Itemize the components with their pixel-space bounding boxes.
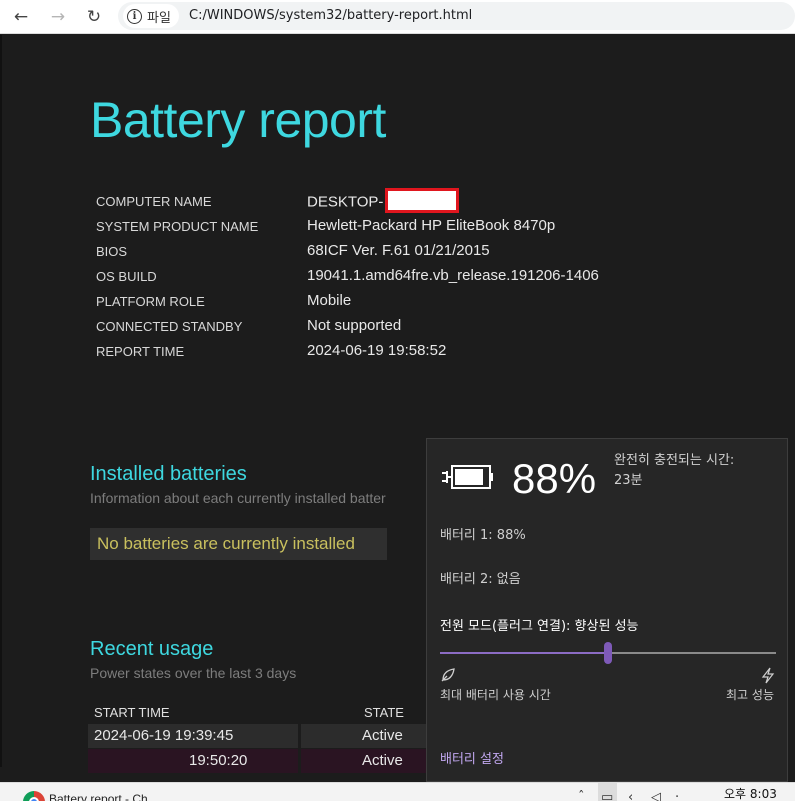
charge-time-label: 완전히 충전되는 시간: bbox=[614, 453, 735, 468]
best-performance-label: 최고 성능 bbox=[726, 688, 774, 702]
battery-flyout: 88% 완전히 충전되는 시간: 23분 배터리 1: 88% 배터리 2: 없… bbox=[426, 438, 788, 782]
column-header-state: STATE bbox=[364, 705, 404, 720]
state-cell: Active bbox=[301, 724, 433, 748]
battery-icon: ▭ bbox=[601, 790, 614, 801]
tray-battery-button[interactable]: ▭ bbox=[598, 783, 617, 801]
clock-time[interactable]: 오후 8:03 bbox=[724, 785, 777, 801]
info-value: Mobile bbox=[307, 292, 352, 309]
info-value: Hewlett-Packard HP EliteBook 8470p bbox=[307, 217, 556, 234]
info-key: COMPUTER NAME bbox=[96, 194, 212, 209]
site-info-label: 파일 bbox=[147, 10, 171, 26]
info-key: REPORT TIME bbox=[96, 344, 185, 359]
power-mode-label: 전원 모드(플러그 연결): 향상된 성능 bbox=[440, 619, 639, 634]
state-cell: Active bbox=[301, 749, 433, 773]
battery-percent: 88% bbox=[512, 455, 597, 502]
charge-time-value: 23분 bbox=[614, 473, 643, 488]
info-key: BIOS bbox=[96, 244, 128, 259]
info-key: OS BUILD bbox=[96, 269, 157, 284]
slider-fill bbox=[440, 652, 608, 654]
ime-icon[interactable]: · bbox=[675, 791, 679, 801]
table-row: 19:50:20 Active bbox=[88, 749, 433, 773]
info-value: Not supported bbox=[307, 317, 402, 334]
start-time-cell: 2024-06-19 19:39:45 bbox=[88, 724, 298, 748]
info-key: PLATFORM ROLE bbox=[96, 294, 205, 309]
info-value: 68ICF Ver. F.61 01/21/2015 bbox=[307, 242, 490, 259]
recent-usage-subtitle: Power states over the last 3 days bbox=[90, 665, 297, 681]
site-info-chip[interactable]: i 파일 bbox=[123, 4, 179, 28]
table-row: 2024-06-19 19:39:45 Active bbox=[88, 724, 433, 748]
back-arrow-icon[interactable]: ← bbox=[10, 6, 32, 28]
battery-settings-link[interactable]: 배터리 설정 bbox=[440, 748, 504, 767]
power-mode-slider[interactable] bbox=[440, 642, 776, 664]
reload-icon[interactable]: ↻ bbox=[83, 6, 105, 28]
column-header-start-time: START TIME bbox=[94, 705, 170, 720]
chrome-icon[interactable] bbox=[23, 791, 45, 801]
chevron-up-icon[interactable]: ˆ bbox=[578, 791, 585, 801]
url-text[interactable]: C:/WINDOWS/system32/battery-report.html bbox=[189, 8, 472, 23]
info-value: DESKTOP- bbox=[307, 188, 460, 213]
browser-toolbar: ← → ↻ i 파일 C:/WINDOWS/system32/battery-r… bbox=[0, 0, 795, 34]
slider-thumb[interactable] bbox=[604, 642, 612, 664]
taskbar-app-label[interactable]: Battery report - Ch bbox=[49, 792, 148, 801]
installed-batteries-subtitle: Information about each currently install… bbox=[90, 490, 386, 506]
battery-2-status: 배터리 2: 없음 bbox=[440, 572, 521, 587]
best-battery-label: 최대 배터리 사용 시간 bbox=[440, 688, 551, 702]
battery-plugged-icon bbox=[442, 465, 493, 489]
network-icon[interactable]: ‹ bbox=[628, 791, 633, 801]
no-batteries-message: No batteries are currently installed bbox=[90, 528, 387, 560]
info-value: 2024-06-19 19:58:52 bbox=[307, 342, 447, 359]
info-icon: i bbox=[127, 8, 142, 24]
lightning-icon bbox=[761, 667, 775, 684]
battery-1-status: 배터리 1: 88% bbox=[440, 528, 526, 543]
info-value: 19041.1.amd64fre.vb_release.191206-1406 bbox=[307, 267, 599, 284]
page-title: Battery report bbox=[90, 92, 386, 148]
info-key: CONNECTED STANDBY bbox=[96, 319, 243, 334]
volume-icon[interactable]: ◁ bbox=[651, 791, 661, 801]
start-time-cell: 19:50:20 bbox=[88, 749, 298, 773]
forward-arrow-icon[interactable]: → bbox=[47, 6, 69, 28]
taskbar: Battery report - Ch ˆ ▭ ‹ ◁ · 오후 8:03 bbox=[0, 782, 795, 801]
address-bar[interactable]: i 파일 C:/WINDOWS/system32/battery-report.… bbox=[118, 2, 795, 30]
installed-batteries-heading: Installed batteries bbox=[90, 463, 247, 485]
info-key: SYSTEM PRODUCT NAME bbox=[96, 219, 259, 234]
redaction-box bbox=[385, 188, 460, 213]
recent-usage-heading: Recent usage bbox=[90, 638, 214, 660]
leaf-icon bbox=[441, 668, 455, 682]
